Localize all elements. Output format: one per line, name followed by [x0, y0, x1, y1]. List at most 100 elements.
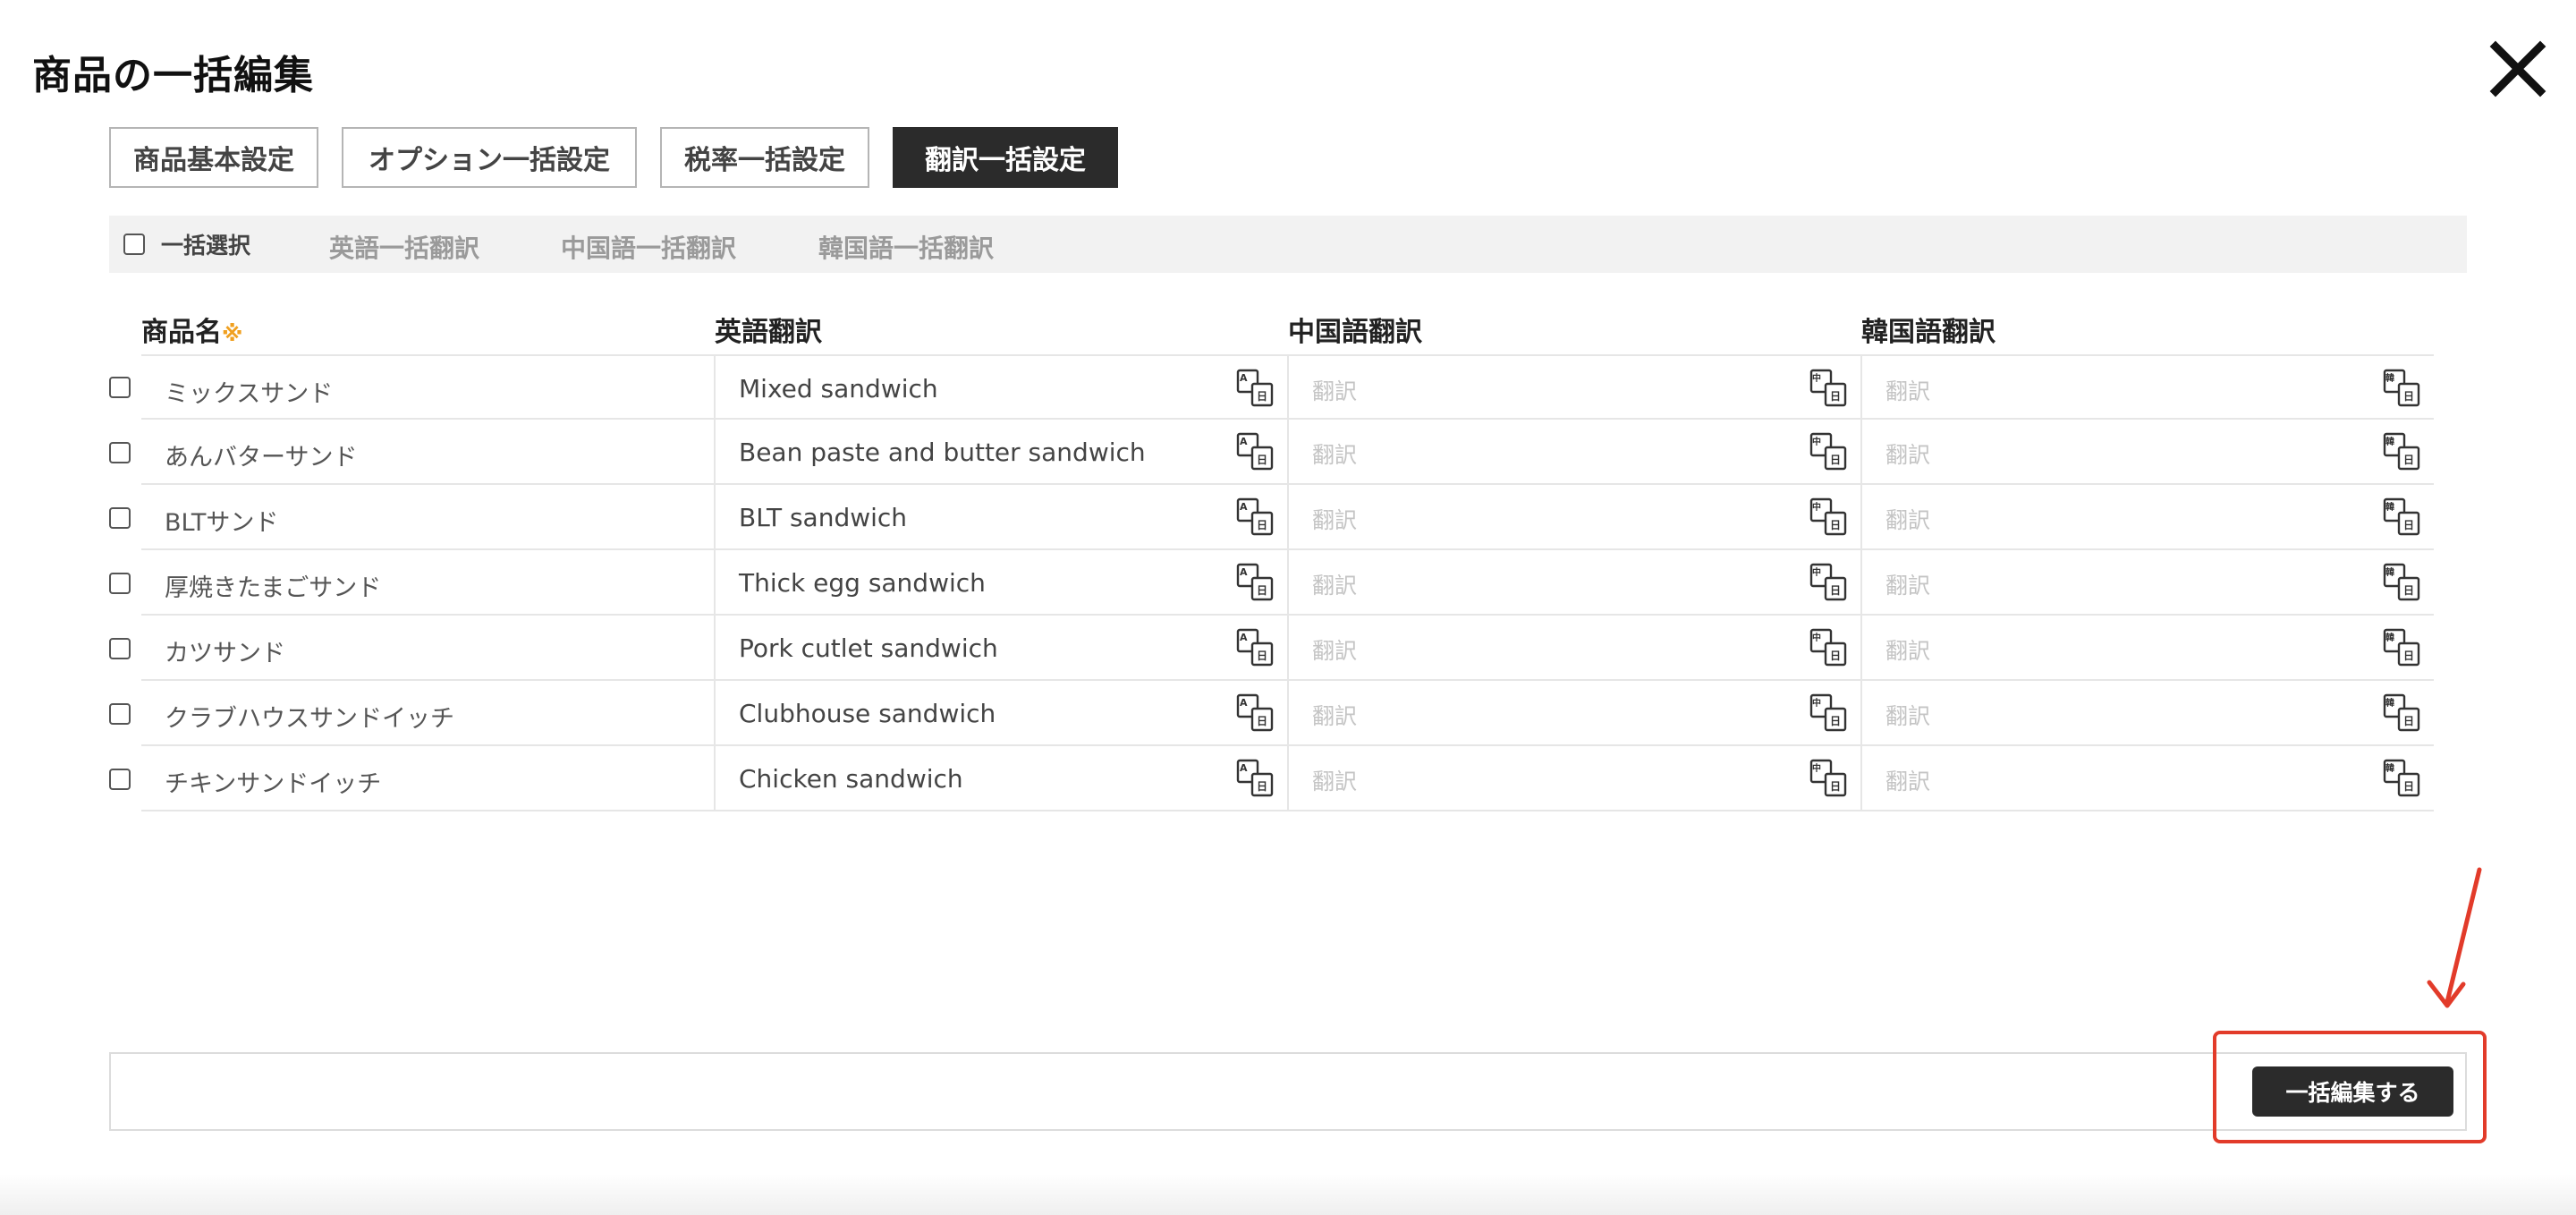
- english-translation-field[interactable]: Thick egg sandwich A 日: [714, 550, 1287, 616]
- chinese-translation-field[interactable]: 翻訳 中日: [1287, 550, 1860, 616]
- table-row: ミックスサンド Mixed sandwich A 日翻訳中日翻訳韓日: [109, 354, 2435, 420]
- svg-text:中: 中: [1812, 501, 1821, 513]
- chinese-translation-field[interactable]: 翻訳 中日: [1287, 420, 1860, 485]
- svg-text:中: 中: [1812, 436, 1821, 447]
- translation-placeholder: 翻訳: [1312, 573, 1358, 599]
- korean-translate-button[interactable]: 韓日: [2383, 497, 2422, 537]
- translate-ko-icon: 韓日: [2383, 432, 2422, 472]
- korean-translate-button[interactable]: 韓日: [2383, 759, 2422, 798]
- english-translation-field[interactable]: Chicken sandwich A 日: [714, 746, 1287, 811]
- translate-en-icon: A日: [1236, 563, 1275, 602]
- svg-text:A: A: [1240, 501, 1248, 513]
- required-mark: ※: [222, 321, 243, 346]
- svg-text:A: A: [1240, 632, 1248, 643]
- column-header-name: 商品名※: [141, 310, 242, 349]
- english-translate-button[interactable]: A日: [1236, 628, 1275, 667]
- close-button[interactable]: [2488, 39, 2547, 98]
- english-translation-field[interactable]: Pork cutlet sandwich A 日: [714, 616, 1287, 681]
- english-translate-button[interactable]: A日: [1236, 432, 1275, 472]
- english-translate-button[interactable]: A日: [1236, 693, 1275, 733]
- translate-en-icon: A日: [1236, 628, 1275, 667]
- svg-text:日: 日: [1830, 780, 1841, 793]
- translate-zh-icon: 中日: [1809, 693, 1849, 733]
- svg-text:日: 日: [1257, 584, 1267, 597]
- chinese-bulk-translate-link[interactable]: 中国語一括翻訳: [561, 229, 736, 265]
- tab-bar: 商品基本設定 オプション一括設定 税率一括設定 翻訳一括設定: [109, 127, 1141, 188]
- row-checkbox[interactable]: [109, 703, 131, 725]
- korean-translation-field[interactable]: 翻訳 韓日: [1860, 420, 2434, 485]
- korean-bulk-translate-link[interactable]: 韓国語一括翻訳: [818, 229, 994, 265]
- row-checkbox[interactable]: [109, 573, 131, 594]
- translate-ko-icon: 韓日: [2383, 628, 2422, 667]
- translation-table: ミックスサンド Mixed sandwich A 日翻訳中日翻訳韓日あんバターサンド B…: [109, 354, 2435, 811]
- korean-translation-field[interactable]: 翻訳 韓日: [1860, 746, 2434, 811]
- english-translate-button[interactable]: A日: [1236, 369, 1275, 408]
- english-translation-field[interactable]: Bean paste and butter sandwich A 日: [714, 420, 1287, 485]
- translation-placeholder: 翻訳: [1885, 638, 1931, 664]
- tab-translation-settings[interactable]: 翻訳一括設定: [893, 127, 1118, 188]
- row-checkbox[interactable]: [109, 638, 131, 659]
- tab-tax-settings[interactable]: 税率一括設定: [660, 127, 869, 188]
- chinese-translation-field[interactable]: 翻訳 中日: [1287, 616, 1860, 681]
- chinese-translation-field[interactable]: 翻訳 中日: [1287, 746, 1860, 811]
- chinese-translation-field[interactable]: 翻訳 中日: [1287, 354, 1860, 420]
- chinese-translate-button[interactable]: 中日: [1809, 759, 1849, 798]
- chinese-translation-field[interactable]: 翻訳 中日: [1287, 681, 1860, 746]
- column-header-name-label: 商品名: [141, 317, 222, 348]
- column-header-korean: 韓国語翻訳: [1861, 317, 1996, 348]
- english-translate-button[interactable]: A日: [1236, 759, 1275, 798]
- translate-zh-icon: 中日: [1809, 432, 1849, 472]
- korean-translate-button[interactable]: 韓日: [2383, 432, 2422, 472]
- row-checkbox[interactable]: [109, 507, 131, 529]
- tab-basic-settings[interactable]: 商品基本設定: [109, 127, 318, 188]
- svg-text:中: 中: [1812, 762, 1821, 774]
- select-all-checkbox[interactable]: [123, 234, 145, 255]
- chinese-translate-button[interactable]: 中日: [1809, 432, 1849, 472]
- english-bulk-translate-link[interactable]: 英語一括翻訳: [329, 229, 479, 265]
- translation-placeholder: 翻訳: [1885, 769, 1931, 794]
- chinese-translation-field[interactable]: 翻訳 中日: [1287, 485, 1860, 550]
- korean-translation-field[interactable]: 翻訳 韓日: [1860, 616, 2434, 681]
- svg-text:中: 中: [1812, 697, 1821, 709]
- row-checkbox[interactable]: [109, 377, 131, 398]
- korean-translate-button[interactable]: 韓日: [2383, 369, 2422, 408]
- korean-translation-field[interactable]: 翻訳 韓日: [1860, 681, 2434, 746]
- select-all[interactable]: 一括選択: [123, 228, 250, 260]
- svg-text:A: A: [1240, 372, 1248, 384]
- translation-placeholder: 翻訳: [1885, 507, 1931, 533]
- korean-translate-button[interactable]: 韓日: [2383, 628, 2422, 667]
- svg-text:A: A: [1240, 436, 1248, 447]
- korean-translation-field[interactable]: 翻訳 韓日: [1860, 485, 2434, 550]
- svg-text:中: 中: [1812, 632, 1821, 643]
- english-translation-field[interactable]: BLT sandwich A 日: [714, 485, 1287, 550]
- translate-en-icon: A日: [1236, 497, 1275, 537]
- korean-translate-button[interactable]: 韓日: [2383, 693, 2422, 733]
- english-translate-button[interactable]: A日: [1236, 563, 1275, 602]
- korean-translation-field[interactable]: 翻訳 韓日: [1860, 550, 2434, 616]
- translate-en-icon: A日: [1236, 693, 1275, 733]
- product-name: カツサンド: [165, 640, 285, 667]
- tab-option-settings[interactable]: オプション一括設定: [342, 127, 637, 188]
- row-checkbox[interactable]: [109, 442, 131, 463]
- korean-translation-field[interactable]: 翻訳 韓日: [1860, 354, 2434, 420]
- row-checkbox[interactable]: [109, 769, 131, 790]
- svg-text:日: 日: [1830, 715, 1841, 727]
- product-name: クラブハウスサンドイッチ: [165, 705, 454, 733]
- svg-text:日: 日: [1257, 454, 1267, 466]
- svg-text:日: 日: [1257, 650, 1267, 662]
- english-translation-field[interactable]: Clubhouse sandwich A 日: [714, 681, 1287, 746]
- chinese-translate-button[interactable]: 中日: [1809, 693, 1849, 733]
- chinese-translate-button[interactable]: 中日: [1809, 563, 1849, 602]
- chinese-translate-button[interactable]: 中日: [1809, 369, 1849, 408]
- table-row: クラブハウスサンドイッチ Clubhouse sandwich A 日翻訳中日翻訳韓日: [109, 681, 2435, 746]
- translate-zh-icon: 中日: [1809, 497, 1849, 537]
- chinese-translate-button[interactable]: 中日: [1809, 628, 1849, 667]
- chinese-translate-button[interactable]: 中日: [1809, 497, 1849, 537]
- translate-zh-icon: 中日: [1809, 759, 1849, 798]
- translation-value: Bean paste and butter sandwich: [739, 438, 1146, 467]
- korean-translate-button[interactable]: 韓日: [2383, 563, 2422, 602]
- translate-zh-icon: 中日: [1809, 563, 1849, 602]
- english-translation-field[interactable]: Mixed sandwich A 日: [714, 354, 1287, 420]
- english-translate-button[interactable]: A日: [1236, 497, 1275, 537]
- svg-text:日: 日: [1257, 780, 1267, 793]
